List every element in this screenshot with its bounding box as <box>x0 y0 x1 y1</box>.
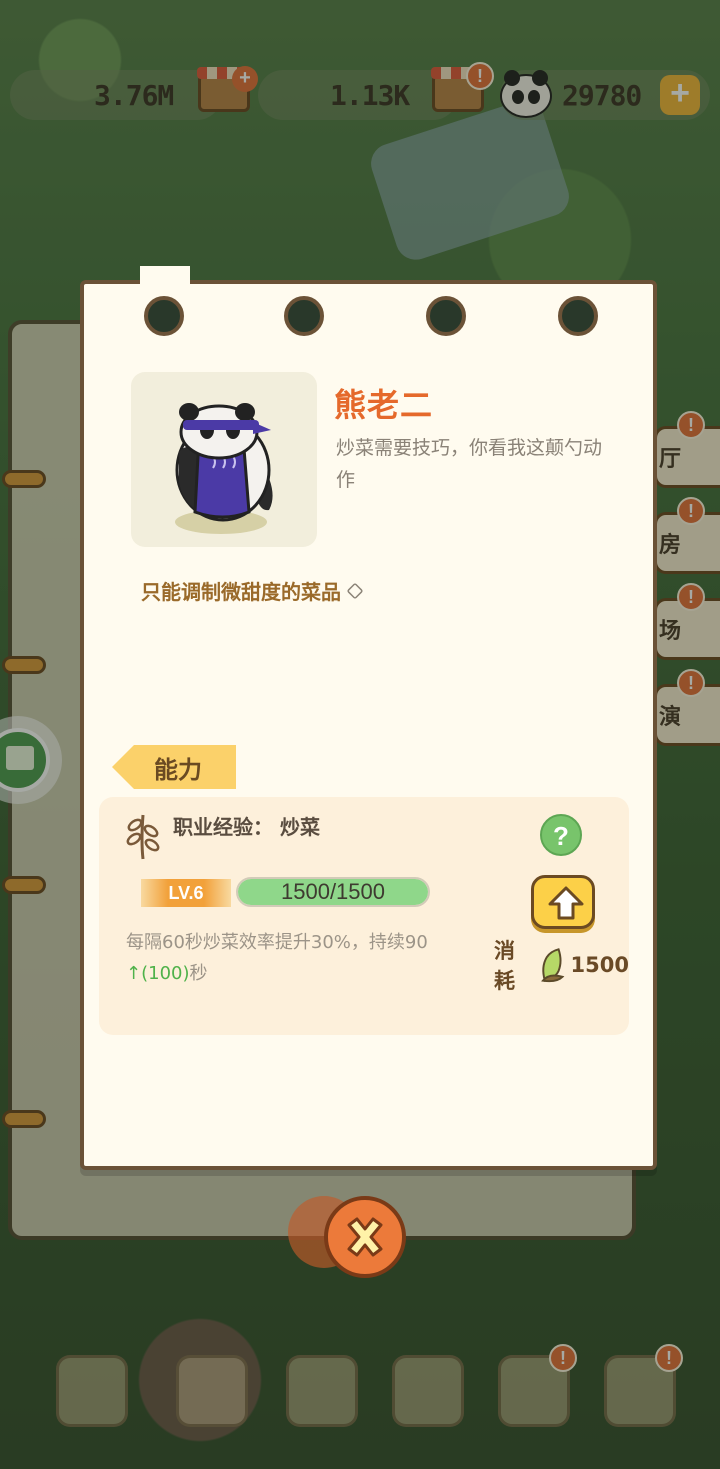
upgrade-cost: 消耗 1500 <box>494 935 629 995</box>
binder-hole <box>144 296 184 336</box>
character-ability-note[interactable]: 只能调制微甜度的菜品 <box>141 576 364 605</box>
character-portrait <box>131 372 317 547</box>
tab-ability[interactable]: 能力 <box>112 745 236 789</box>
panda-chef-icon <box>175 403 273 534</box>
xp-progress-bar: 1500/1500 <box>236 877 430 907</box>
leaf-icon <box>126 814 160 860</box>
xp-progress-text: 1500/1500 <box>281 879 385 904</box>
skill-panel: 职业经验： 炒菜 ? LV.6 1500/1500 每隔60秒炒菜效率提升30%… <box>99 797 629 1035</box>
tab-ability-label: 能力 <box>154 755 202 784</box>
level-badge: LV.6 <box>141 879 231 907</box>
skill-profession: 炒菜 <box>279 815 320 839</box>
info-cube-icon[interactable] <box>346 582 364 599</box>
character-name: 熊老二 <box>334 386 434 424</box>
ability-note-text: 只能调制微甜度的菜品 <box>141 580 341 604</box>
close-button[interactable] <box>324 1196 406 1278</box>
binder-hole <box>558 296 598 336</box>
card-notch <box>140 266 190 290</box>
character-card: 熊老二 炒菜需要技巧，你看我这颠勺动作 只能调制微甜度的菜品 能力 职业经验： … <box>80 266 657 1170</box>
binder-hole <box>284 296 324 336</box>
upgrade-button[interactable] <box>531 875 595 929</box>
skill-title-label: 职业经验： <box>173 815 273 839</box>
close-icon <box>347 1217 383 1257</box>
bamboo-icon <box>541 948 565 983</box>
arrow-up-icon <box>548 886 584 920</box>
skill-description: 每隔60秒炒菜效率提升30%，持续90 ↑(100)秒 <box>126 927 486 989</box>
skill-title: 职业经验： 炒菜 <box>173 811 320 840</box>
character-description: 炒菜需要技巧，你看我这颠勺动作 <box>336 437 603 491</box>
cost-label: 消耗 <box>494 939 515 993</box>
skill-desc-upgrade: (100) <box>141 963 190 984</box>
cost-value: 1500 <box>570 953 629 977</box>
skill-desc-main: 每隔60秒炒菜效率提升30%，持续90 <box>126 932 428 953</box>
help-button[interactable]: ? <box>540 814 582 856</box>
binder-hole <box>426 296 466 336</box>
skill-desc-upgrade-arrow: ↑ <box>126 963 142 984</box>
skill-desc-unit: 秒 <box>189 963 208 984</box>
